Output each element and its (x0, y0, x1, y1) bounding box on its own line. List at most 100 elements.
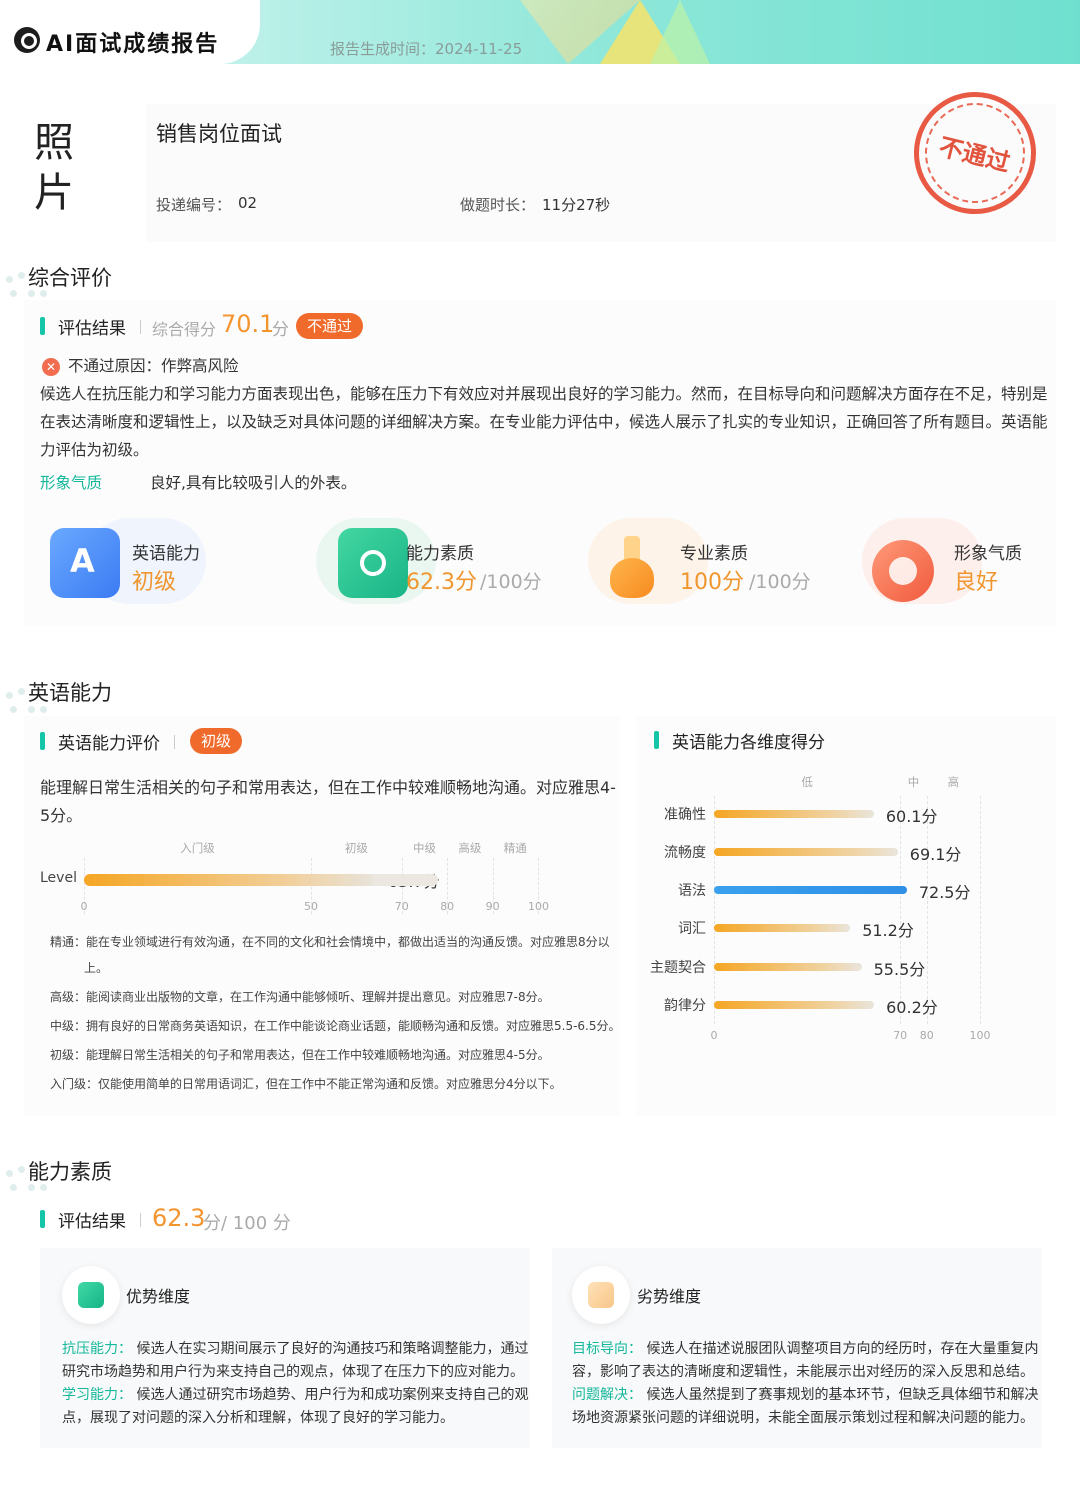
delivery-label: 投递编号： (156, 196, 232, 214)
dims-band-label: 低 (801, 775, 813, 789)
dims-tick-label: 80 (919, 1029, 934, 1042)
score-label: 综合得分 (152, 320, 217, 339)
level-band-label: 高级 (458, 841, 482, 855)
brand-logo-icon (14, 27, 40, 53)
job-title: 销售岗位面试 (156, 122, 282, 146)
flask-icon (606, 530, 676, 600)
dims-bar (714, 848, 898, 856)
card-label: 形象气质 (954, 544, 1022, 564)
dims-bar (714, 963, 862, 971)
legend-item: 初级：能理解日常生活相关的句子和常用表达，但在工作中较难顺畅地沟通。对应雅思4-… (50, 1048, 550, 1062)
level-chart-label: Level (40, 870, 77, 886)
card-value: 初级 (132, 570, 177, 595)
legend-item: 中级：拥有良好的日常商务英语知识，在工作中能谈论商业话题，能顺畅沟通和反馈。对应… (50, 1019, 621, 1033)
fail-reason: 不通过原因：作弊高风险 (68, 357, 239, 375)
dims-value-label: 69.1分 (909, 845, 962, 864)
english-dims-panel (636, 716, 1056, 1116)
dims-value-label: 60.1分 (885, 807, 938, 826)
competency-score-unit: 分/ 100 分 (203, 1213, 291, 1234)
duration-label: 做题时长： (460, 196, 536, 214)
dims-category-label: 准确性 (664, 807, 706, 823)
title-marker (654, 731, 659, 749)
strength-title: 优势维度 (126, 1287, 191, 1306)
strength-line: 抗压能力： 候选人在实习期间展示了良好的沟通技巧和策略调整能力，通过 (62, 1341, 529, 1357)
card-unit: /100分 (480, 571, 542, 593)
title-marker (40, 317, 45, 335)
overall-score: 70.1 (221, 310, 275, 338)
level-tick-label: 50 (304, 900, 318, 913)
dims-band-label: 中 (907, 775, 920, 789)
level-tick-label: 90 (485, 900, 500, 913)
weakness-icon (572, 1266, 630, 1324)
dims-value-label: 60.2分 (886, 998, 938, 1017)
dims-category-label: 韵律分 (664, 998, 706, 1014)
dims-bar (714, 886, 907, 894)
dims-gridline (900, 796, 902, 1024)
weakness-title: 劣势维度 (637, 1287, 702, 1306)
dims-bar (714, 1001, 875, 1009)
level-tick-label: 100 (528, 900, 549, 913)
delivery-value: 02 (238, 194, 258, 212)
strength-line: 研究市场趋势和用户行为来支持自己的观点，体现了在压力下的应对能力。 (62, 1364, 524, 1380)
generated-time: 报告生成时间：2024-11-25 (330, 40, 523, 58)
status-badge: 不通过 (296, 313, 364, 339)
dims-tick-label: 100 (969, 1029, 991, 1042)
title-marker (40, 1210, 45, 1228)
dims-value-label: 72.5分 (918, 883, 971, 902)
fail-icon: ✕ (42, 358, 60, 376)
weakness-line: 目标导向： 候选人在描述说服团队调整项目方向的经历时，存在大量重复内 (572, 1341, 1039, 1357)
dims-gridline (980, 796, 981, 1024)
duration-value: 11分27秒 (542, 196, 611, 214)
dims-tick-label: 70 (893, 1029, 908, 1042)
appearance-label: 形象气质 (40, 474, 103, 492)
card-label: 英语能力 (132, 544, 200, 564)
level-tick-label: 0 (80, 900, 88, 913)
section-title-english: 英语能力 (28, 681, 112, 705)
level-bar (84, 874, 374, 886)
photo-placeholder: 照片 (34, 120, 74, 216)
english-desc: 能理解日常生活相关的句子和常用表达，但在工作中较难顺畅地沟通。对应雅思4- (40, 778, 616, 797)
dims-bar (714, 924, 851, 932)
report-title: AI面试成绩报告 (46, 32, 220, 57)
legend-item: 上。 (84, 961, 109, 975)
strength-line: 点，展现了对问题的深入分析和理解，体现了良好的学习能力。 (62, 1410, 454, 1426)
dims-value-label: 51.2分 (862, 921, 914, 940)
dims-value-label: 55.5分 (873, 960, 926, 979)
level-tick-label: 80 (440, 900, 455, 913)
divider (174, 735, 175, 749)
level-tick-label: 70 (394, 900, 409, 913)
banner-decoration (650, 0, 710, 64)
english-level-badge: 初级 (190, 728, 243, 754)
legend-item: 入门级：仅能使用简单的日常用语词汇，但在工作中不能正常沟通和反馈。对应雅思分4分… (50, 1077, 562, 1091)
dims-title: 英语能力各维度得分 (672, 733, 825, 753)
result-label: 评估结果 (58, 319, 126, 339)
divider (140, 320, 141, 334)
stamp-text: 不通过 (936, 132, 1013, 178)
dims-gridline (926, 796, 928, 1024)
english-eval-label: 英语能力评价 (58, 734, 160, 754)
weakness-line: 问题解决： 候选人虽然提到了赛事规划的基本环节，但缺乏具体细节和解决 (572, 1387, 1039, 1403)
appearance-icon (872, 540, 934, 602)
card-value: 良好 (954, 570, 999, 595)
ability-icon (338, 528, 408, 598)
weakness-line: 容，影响了表达的清晰度和逻辑性，未能展示出对经历的深入反思和总结。 (572, 1364, 1034, 1380)
appearance-value: 良好,具有比较吸引人的外表。 (150, 474, 357, 492)
english-icon: A (50, 528, 120, 598)
level-band-label: 入门级 (180, 841, 215, 855)
dims-chart (0, 0, 1, 1)
english-desc: 5分。 (40, 806, 83, 825)
card-label: 专业素质 (680, 544, 748, 564)
card-value: 100分 (680, 570, 744, 595)
card-label: 能力素质 (406, 544, 474, 564)
summary-line: 力评估为初级。 (40, 441, 149, 459)
competency-result-label: 评估结果 (58, 1212, 126, 1232)
dims-band-label: 高 (947, 775, 960, 789)
summary-line: 在表达清晰度和逻辑性上，以及缺乏对具体问题的详细解决方案。在专业能力评估中，候选… (40, 413, 1048, 431)
score-unit: 分 (272, 320, 289, 340)
title-marker (40, 732, 45, 750)
level-band-label: 中级 (413, 841, 436, 855)
section-title-overall: 综合评价 (28, 266, 112, 290)
card-value: 62.3分 (406, 570, 477, 595)
report-header: AI面试成绩报告 报告生成时间：2024-11-25 (0, 0, 1080, 64)
legend-item: 精通：能在专业领域进行有效沟通，在不同的文化和社会情境中，都做出适当的沟通反馈。… (50, 935, 610, 949)
